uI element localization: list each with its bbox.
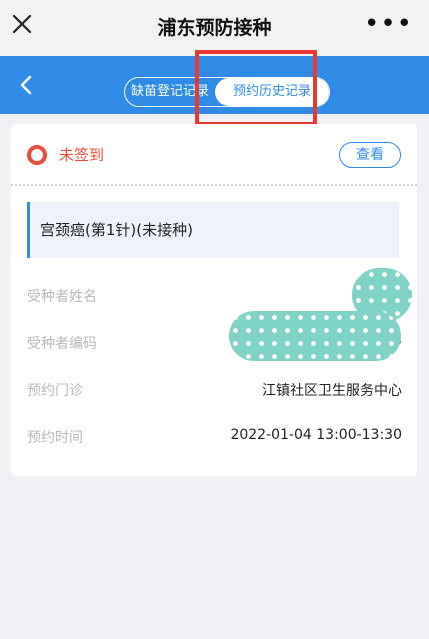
field-value: 2022-01-04 13:00-13:30 <box>230 427 402 443</box>
top-bar: 浦东预防接种 ••• <box>0 0 429 56</box>
annotation-highlight-box <box>195 50 317 126</box>
divider <box>11 184 417 186</box>
field-label: 预约时间 <box>27 430 83 446</box>
field-clinic: 预约门诊 江镇社区卫生服务中心 <box>27 380 402 402</box>
status-ring-icon <box>27 144 47 165</box>
more-icon[interactable]: ••• <box>364 11 413 37</box>
vaccine-name: 宫颈癌(第1针)(未接种) <box>40 221 193 239</box>
field-label: 受种者姓名 <box>27 289 97 305</box>
field-appointment-time: 预约时间 2022-01-04 13:00-13:30 <box>27 427 402 449</box>
status-label: 未签到 <box>59 146 105 164</box>
appointment-card: 未签到 查看 宫颈癌(第1针)(未接种) 受种者姓名 受种者编码 5 预约门诊 … <box>11 124 417 476</box>
field-value: 江镇社区卫生服务中心 <box>262 383 402 399</box>
status-indicator: 未签到 <box>27 144 104 165</box>
chevron-left-icon[interactable] <box>14 72 40 98</box>
field-label: 受种者编码 <box>27 336 97 352</box>
field-label: 预约门诊 <box>27 383 83 399</box>
field-recipient-name: 受种者姓名 <box>27 286 402 308</box>
view-button[interactable]: 查看 <box>339 142 401 168</box>
vaccine-info: 宫颈癌(第1针)(未接种) <box>27 202 399 258</box>
redaction-mask <box>229 311 401 361</box>
